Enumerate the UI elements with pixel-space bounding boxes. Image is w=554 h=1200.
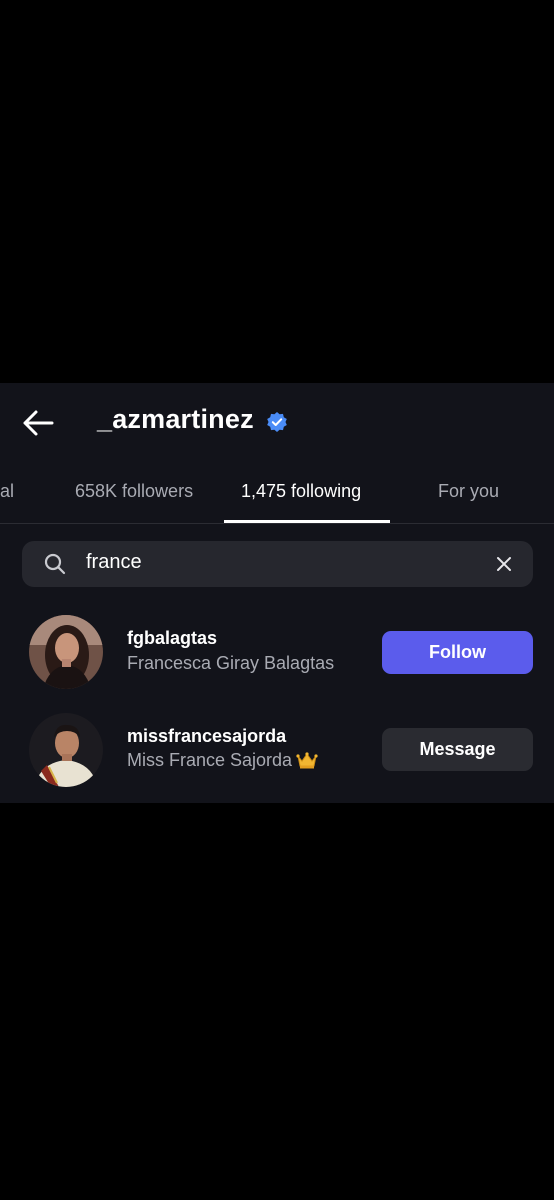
clear-search-icon[interactable] [493,553,515,575]
profile-username: _azmartinez [97,404,254,434]
tab-followers[interactable]: 658K followers [75,481,193,502]
tabs-divider [0,523,554,524]
tab-for-you[interactable]: For you [438,481,499,502]
avatar-fgbalagtas[interactable] [29,615,103,689]
message-button[interactable]: Message [382,728,533,771]
search-icon [44,553,66,575]
search-query[interactable]: france [86,551,142,574]
tab-mutual[interactable]: al [0,481,14,502]
tabs-bar: al 658K followers 1,475 following For yo… [0,463,554,523]
result-username[interactable]: missfrancesajorda [127,726,286,747]
result-full-name: Francesca Giray Balagtas [127,653,335,673]
crown-emoji-icon [296,752,318,769]
tab-following[interactable]: 1,475 following [241,481,361,502]
back-arrow-icon[interactable] [22,408,54,438]
avatar-missfrancesajorda[interactable] [29,713,103,787]
result-full-name: Miss France Sajorda [127,750,318,771]
verified-badge-icon [267,412,287,432]
result-username[interactable]: fgbalagtas [127,628,217,649]
follow-button[interactable]: Follow [382,631,533,674]
result-full-name-text: Miss France Sajorda [127,750,293,770]
